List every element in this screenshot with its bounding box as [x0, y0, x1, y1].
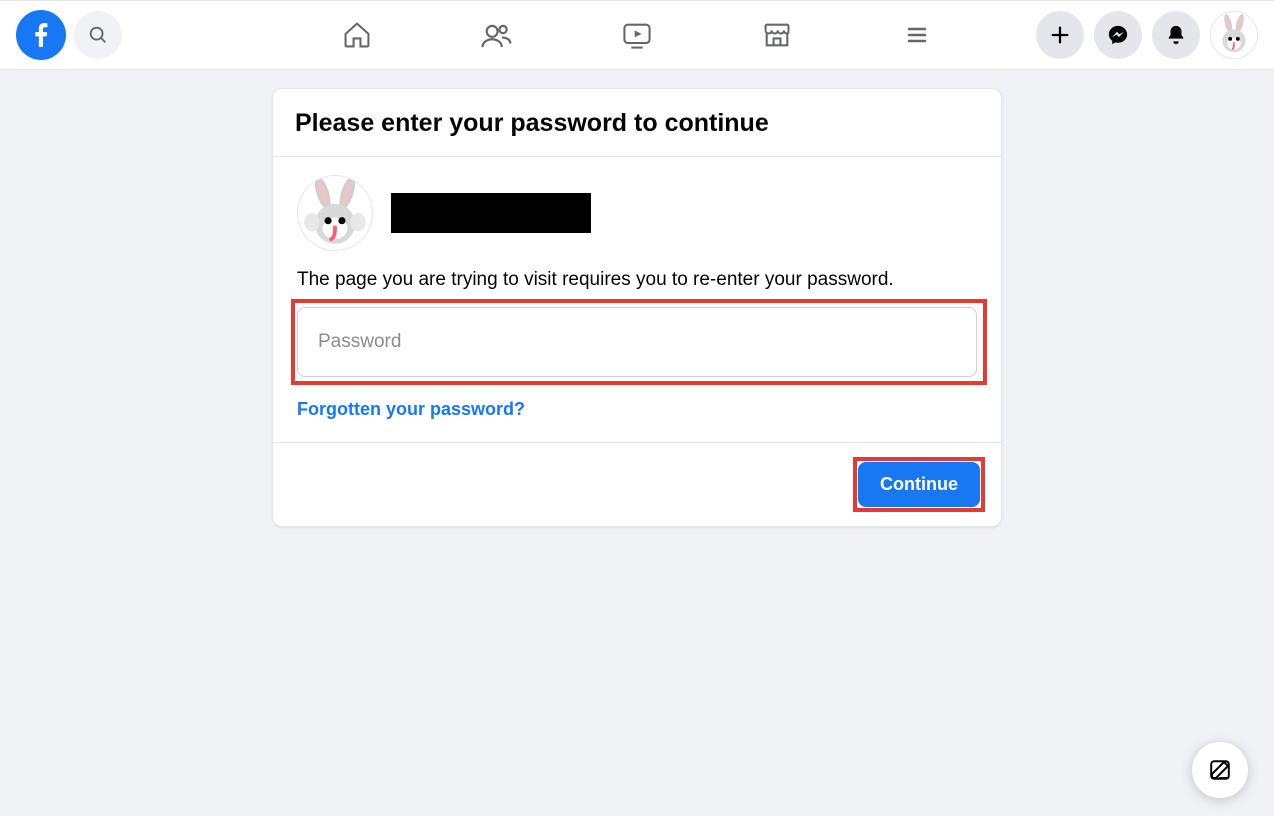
plus-icon: [1049, 24, 1071, 46]
compose-fab[interactable]: [1192, 742, 1248, 798]
top-navbar: [0, 0, 1274, 70]
nav-watch[interactable]: [617, 15, 657, 55]
page-body: Please enter your password to continue: [0, 70, 1274, 527]
password-card: Please enter your password to continue: [272, 88, 1002, 527]
card-title: Please enter your password to continue: [295, 109, 979, 138]
edit-icon: [1208, 758, 1232, 782]
messenger-icon: [1107, 24, 1129, 46]
messenger-button[interactable]: [1094, 11, 1142, 59]
search-button[interactable]: [74, 11, 122, 59]
card-body: The page you are trying to visit require…: [273, 157, 1001, 443]
search-icon: [87, 24, 109, 46]
avatar-image: [298, 176, 372, 250]
password-input[interactable]: [297, 307, 977, 377]
info-text: The page you are trying to visit require…: [297, 269, 977, 291]
nav-marketplace[interactable]: [757, 15, 797, 55]
continue-button-wrap: Continue: [853, 457, 985, 512]
hamburger-icon: [903, 21, 931, 49]
user-row: [297, 175, 977, 251]
user-avatar: [297, 175, 373, 251]
facebook-logo[interactable]: [16, 10, 66, 60]
nav-menu[interactable]: [897, 15, 937, 55]
user-name-redacted: [391, 193, 591, 233]
account-avatar[interactable]: [1210, 11, 1258, 59]
home-icon: [341, 19, 373, 51]
marketplace-icon: [761, 19, 793, 51]
create-button[interactable]: [1036, 11, 1084, 59]
avatar-image: [1211, 12, 1257, 58]
continue-button[interactable]: Continue: [858, 462, 980, 507]
navbar-center: [337, 1, 937, 69]
navbar-left: [16, 10, 122, 60]
navbar-right: [1036, 11, 1258, 59]
card-header: Please enter your password to continue: [273, 89, 1001, 157]
watch-icon: [621, 19, 653, 51]
nav-friends[interactable]: [477, 15, 517, 55]
card-footer: Continue: [273, 443, 1001, 526]
password-input-wrap: [297, 307, 977, 377]
forgot-password-link[interactable]: Forgotten your password?: [297, 399, 525, 420]
friends-icon: [480, 18, 514, 52]
bell-icon: [1165, 24, 1187, 46]
nav-home[interactable]: [337, 15, 377, 55]
notifications-button[interactable]: [1152, 11, 1200, 59]
